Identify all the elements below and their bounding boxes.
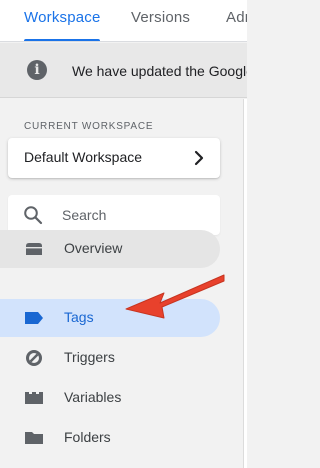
current-workspace-label: CURRENT WORKSPACE	[24, 121, 154, 132]
notice-banner: i We have updated the Google	[0, 43, 247, 98]
search-input[interactable]	[62, 203, 212, 227]
sidebar-item-triggers[interactable]: Triggers	[0, 339, 220, 377]
search-box[interactable]	[8, 195, 220, 235]
workspace-selector[interactable]: Default Workspace	[8, 138, 220, 178]
top-tab-bar: Workspace Versions Adm	[0, 0, 247, 42]
notice-text: We have updated the Google	[72, 63, 247, 79]
search-icon	[24, 206, 43, 225]
sidebar-item-label: Tags	[64, 309, 94, 325]
red-arrow-pointing-left	[125, 274, 225, 319]
sidebar-item-label: Variables	[64, 389, 122, 405]
tab-admin[interactable]: Adm	[226, 0, 247, 41]
sidebar-item-label: Folders	[64, 429, 111, 445]
triggers-icon	[26, 350, 42, 366]
tab-admin-label: Adm	[226, 9, 247, 26]
active-tab-indicator	[24, 39, 100, 41]
sidebar-item-folders[interactable]: Folders	[0, 419, 220, 457]
tab-versions-label: Versions	[131, 9, 191, 26]
tab-workspace-label: Workspace	[24, 9, 101, 26]
chevron-right-icon	[194, 150, 204, 166]
overview-icon	[26, 243, 42, 255]
content-panel-edge	[243, 99, 247, 468]
tab-versions[interactable]: Versions	[131, 0, 191, 41]
tag-icon	[25, 312, 43, 324]
sidebar-item-variables[interactable]: Variables	[0, 379, 220, 417]
variables-icon	[25, 392, 43, 404]
folder-icon	[25, 432, 43, 444]
info-icon: i	[27, 60, 47, 80]
workspace-name: Default Workspace	[24, 149, 143, 165]
sidebar-item-label: Overview	[64, 240, 123, 256]
tab-workspace[interactable]: Workspace	[24, 0, 101, 41]
sidebar-item-label: Triggers	[64, 349, 115, 365]
